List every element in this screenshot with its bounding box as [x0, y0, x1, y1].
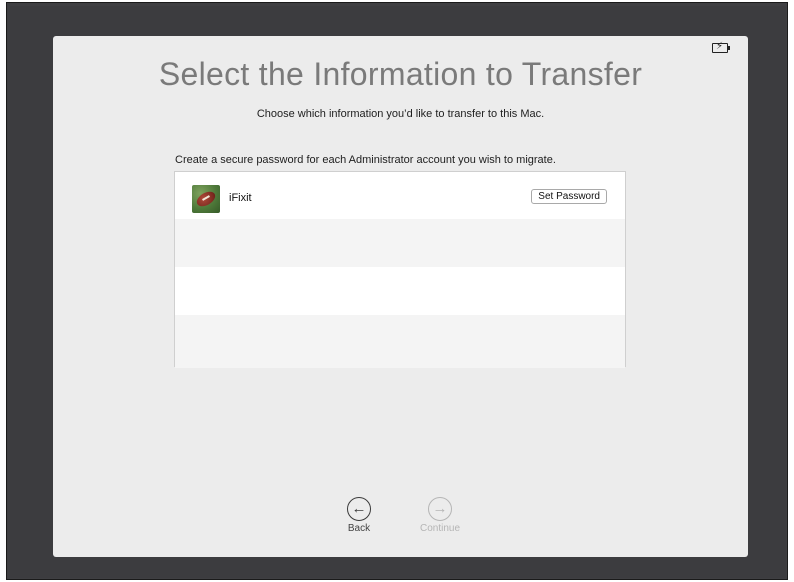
- back-label: Back: [347, 523, 371, 534]
- battery-charging-icon: ⚡: [712, 41, 730, 54]
- continue-button[interactable]: → Continue: [410, 497, 470, 534]
- instruction-text: Create a secure password for each Admini…: [175, 154, 556, 166]
- page-title: Select the Information to Transfer: [158, 56, 643, 92]
- continue-label: Continue: [419, 523, 461, 534]
- set-password-button[interactable]: Set Password: [531, 189, 607, 204]
- account-name: iFixit: [229, 192, 252, 204]
- football-avatar-icon: [192, 185, 220, 213]
- right-arrow-circle-icon: →: [428, 497, 452, 521]
- account-list: iFixit Set Password: [174, 171, 626, 368]
- list-item-empty: [175, 267, 625, 315]
- left-arrow-circle-icon: ←: [347, 497, 371, 521]
- list-item-empty: [175, 315, 625, 368]
- back-button[interactable]: ← Back: [329, 497, 389, 534]
- list-item-empty: [175, 219, 625, 267]
- list-item[interactable]: iFixit Set Password: [175, 172, 625, 219]
- migration-assistant-window: ⚡ Select the Information to Transfer Cho…: [53, 36, 748, 557]
- page-subtitle: Choose which information you’d like to t…: [256, 108, 545, 120]
